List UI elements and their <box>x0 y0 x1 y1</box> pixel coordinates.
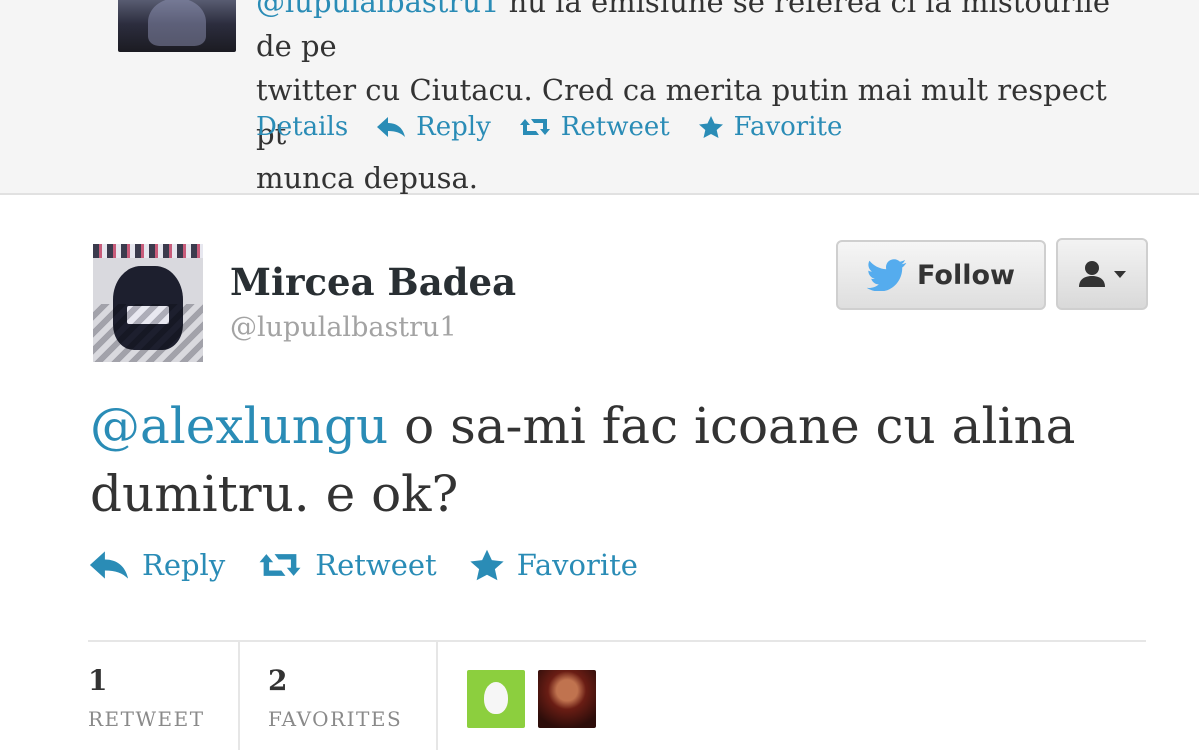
retweets-label: RETWEET <box>88 707 205 731</box>
details-label: Details <box>256 112 349 142</box>
author-avatar[interactable] <box>93 244 203 362</box>
favorites-stat[interactable]: 2 FAVORITES <box>268 664 402 731</box>
follow-label: Follow <box>917 259 1015 291</box>
favorites-label: FAVORITES <box>268 707 403 731</box>
favorite-label: Favorite <box>516 548 638 582</box>
reply-label: Reply <box>416 112 491 142</box>
user-actions-dropdown[interactable] <box>1056 238 1148 310</box>
follow-button[interactable]: Follow <box>836 240 1046 310</box>
favorite-icon <box>470 549 504 581</box>
previous-tweet-details-link[interactable]: Details <box>256 112 348 142</box>
favorite-label: Favorite <box>733 112 843 142</box>
previous-tweet-mention-link[interactable]: @lupulalbastru1 <box>256 0 499 19</box>
previous-tweet-favorite-button[interactable]: Favorite <box>698 112 843 142</box>
stats-separator <box>238 642 240 750</box>
retweets-stat[interactable]: 1 RETWEET <box>88 664 205 731</box>
previous-tweet-avatar[interactable] <box>118 0 236 52</box>
favoriter-avatar-photo[interactable] <box>538 670 596 728</box>
retweet-label: Retweet <box>560 112 670 142</box>
reply-icon <box>377 117 406 137</box>
author-name[interactable]: Mircea Badea <box>230 260 516 304</box>
avatar-band <box>93 244 203 258</box>
favorites-count: 2 <box>268 664 288 697</box>
tweet-text: @alexlungu o sa-mi fac icoane cu alina d… <box>90 392 1090 528</box>
retweet-label: Retweet <box>315 548 437 582</box>
reply-icon <box>89 551 129 579</box>
previous-tweet-reply-button[interactable]: Reply <box>376 112 491 142</box>
retweet-button[interactable]: Retweet <box>257 548 437 582</box>
stats-separator <box>436 642 438 750</box>
stats-divider <box>88 640 1146 642</box>
favorite-button[interactable]: Favorite <box>469 548 638 582</box>
favoriter-avatar-egg[interactable] <box>467 670 525 728</box>
author-handle[interactable]: @lupulalbastru1 <box>230 312 457 343</box>
retweets-count: 1 <box>88 664 108 697</box>
tweet-actions: Reply Retweet Favorite <box>88 548 670 582</box>
retweet-icon <box>519 119 550 135</box>
retweet-icon <box>259 554 301 576</box>
previous-tweet[interactable]: @lupulalbastru1 nu la emisiune se refere… <box>0 0 1199 195</box>
avatar-texture <box>93 304 203 362</box>
caret-down-icon <box>1114 271 1126 278</box>
reply-label: Reply <box>142 548 226 582</box>
favorite-icon <box>698 116 723 138</box>
user-icon <box>1079 261 1105 287</box>
previous-tweet-actions: Details Reply Retweet Favorite <box>256 112 870 142</box>
previous-tweet-retweet-button[interactable]: Retweet <box>519 112 670 142</box>
tweet-mention-link[interactable]: @alexlungu <box>90 397 388 455</box>
previous-tweet-text-line3: munca depusa. <box>256 161 478 195</box>
reply-button[interactable]: Reply <box>88 548 225 582</box>
previous-tweet-text: @lupulalbastru1 nu la emisiune se refere… <box>256 0 1136 200</box>
twitter-bird-icon <box>867 259 907 291</box>
